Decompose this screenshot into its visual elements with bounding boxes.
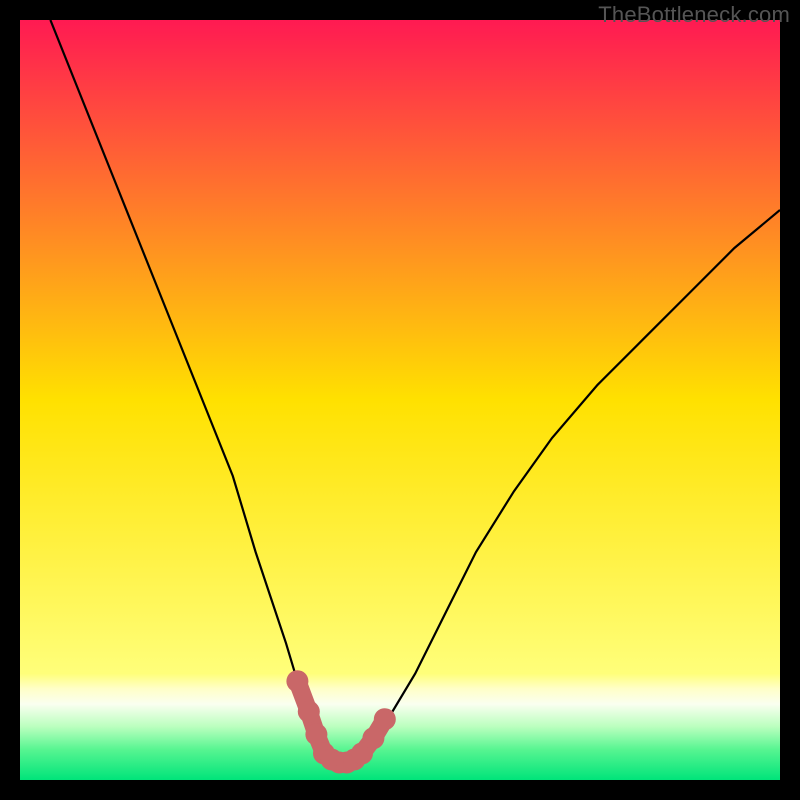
marker-dot	[286, 670, 308, 692]
chart-background	[20, 20, 780, 780]
watermark-text: TheBottleneck.com	[598, 2, 790, 28]
marker-dot	[305, 723, 327, 745]
chart-frame	[20, 20, 780, 780]
marker-dot	[374, 708, 396, 730]
marker-dot	[362, 727, 384, 749]
bottleneck-chart	[20, 20, 780, 780]
marker-dot	[298, 701, 320, 723]
